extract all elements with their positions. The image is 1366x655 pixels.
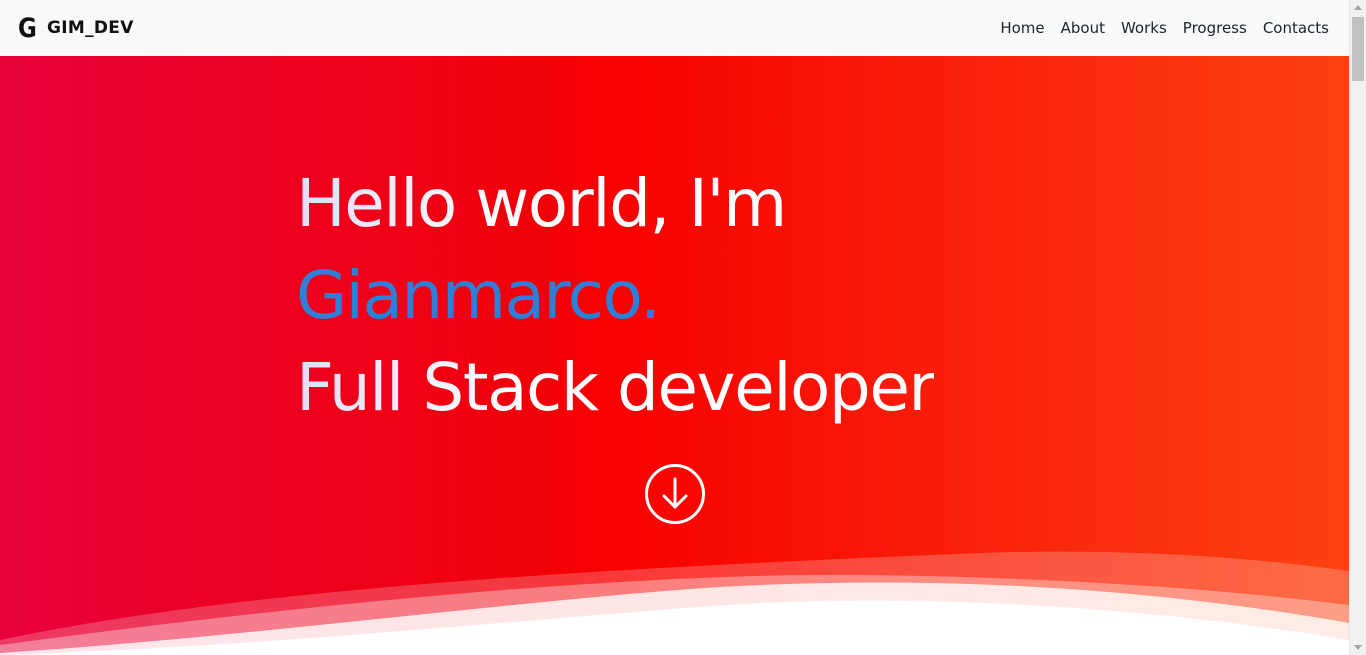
- hero-wave-divider: [0, 551, 1349, 655]
- navbar: G GIM_DEV Home About Works Progress Cont…: [0, 0, 1349, 56]
- nav-links: Home About Works Progress Contacts: [992, 0, 1337, 56]
- page-scrollbar[interactable]: [1349, 0, 1366, 655]
- brand-link[interactable]: G GIM_DEV: [14, 12, 134, 44]
- scroll-down-arrow-icon[interactable]: [1354, 645, 1362, 650]
- nav-link-about[interactable]: About: [1053, 11, 1113, 45]
- scroll-down-button[interactable]: [644, 463, 706, 525]
- page: G GIM_DEV Home About Works Progress Cont…: [0, 0, 1366, 655]
- arrow-down-circle-icon: [645, 464, 705, 524]
- nav-link-home[interactable]: Home: [992, 11, 1052, 45]
- hero-heading: Hello world, I'm Gianmarco. Full Stack d…: [296, 158, 936, 434]
- nav-link-works[interactable]: Works: [1113, 11, 1175, 45]
- hero-greeting: Hello world, I'm: [296, 158, 934, 250]
- hero-name: Gianmarco.: [296, 257, 661, 334]
- scroll-up-arrow-icon[interactable]: [1354, 5, 1362, 10]
- nav-link-contacts[interactable]: Contacts: [1255, 11, 1337, 45]
- brand-name: GIM_DEV: [47, 18, 134, 38]
- brand-logo-icon: G: [17, 12, 37, 44]
- nav-link-progress[interactable]: Progress: [1175, 11, 1255, 45]
- scrollbar-thumb[interactable]: [1352, 17, 1364, 81]
- hero-section: Hello world, I'm Gianmarco. Full Stack d…: [0, 56, 1349, 655]
- hero-role: Full Stack developer: [296, 342, 936, 434]
